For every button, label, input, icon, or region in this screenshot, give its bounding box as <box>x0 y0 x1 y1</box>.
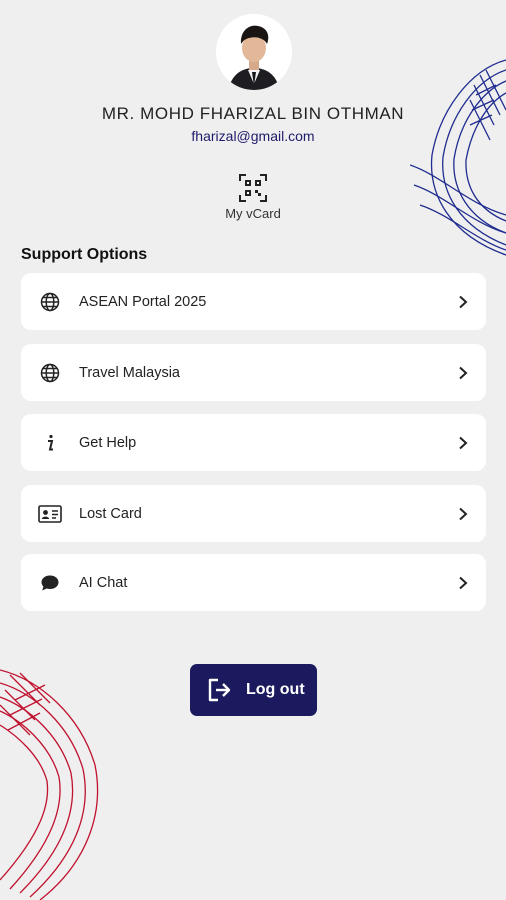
chat-bubble-icon <box>38 571 62 595</box>
profile-photo <box>216 14 292 90</box>
menu-item-label: AI Chat <box>79 574 128 591</box>
chevron-right-icon <box>459 576 468 589</box>
decorative-red-ornament <box>0 669 99 900</box>
info-icon <box>38 431 62 455</box>
menu-item-asean-portal[interactable]: ASEAN Portal 2025 <box>21 273 486 330</box>
logout-button[interactable]: Log out <box>190 664 317 716</box>
chevron-right-icon <box>459 436 468 449</box>
logout-icon <box>208 678 231 702</box>
menu-item-travel-malaysia[interactable]: Travel Malaysia <box>21 344 486 401</box>
chevron-right-icon <box>459 507 468 520</box>
user-email: fharizal@gmail.com <box>191 128 315 144</box>
chevron-right-icon <box>459 295 468 308</box>
menu-item-ai-chat[interactable]: AI Chat <box>21 554 486 611</box>
menu-item-label: Travel Malaysia <box>79 364 180 381</box>
menu-item-label: ASEAN Portal 2025 <box>79 293 207 310</box>
section-title: Support Options <box>21 246 148 263</box>
menu-item-lost-card[interactable]: Lost Card <box>21 485 486 542</box>
globe-icon <box>38 361 62 385</box>
avatar <box>216 14 292 90</box>
menu-item-label: Lost Card <box>79 505 142 522</box>
chevron-right-icon <box>459 366 468 379</box>
vcard-label: My vCard <box>225 206 281 221</box>
logout-label: Log out <box>246 681 305 698</box>
user-name: MR. MOHD FHARIZAL BIN OTHMAN <box>101 104 405 123</box>
menu-item-get-help[interactable]: Get Help <box>21 414 486 471</box>
my-vcard-button[interactable]: My vCard <box>213 174 293 221</box>
menu-item-label: Get Help <box>79 434 137 451</box>
decorative-blue-ornament <box>410 59 506 256</box>
id-card-icon <box>38 502 62 526</box>
globe-icon <box>38 290 62 314</box>
qr-code-icon <box>239 174 267 202</box>
